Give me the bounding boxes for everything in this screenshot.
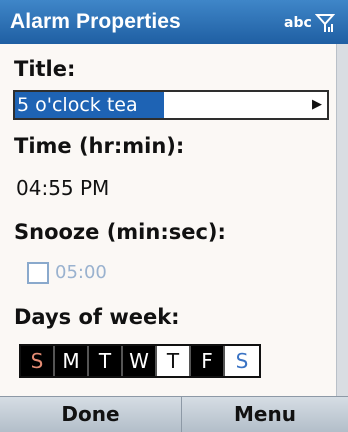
title-input[interactable]: 5 o'clock tea ▶ — [13, 90, 329, 120]
day-toggle-saturday[interactable]: S — [225, 346, 259, 376]
snooze-field-label: Snooze (min:sec): — [14, 220, 226, 244]
snooze-value: 05:00 — [55, 262, 107, 283]
days-of-week-selector: S M T W T F S — [19, 344, 261, 378]
day-toggle-tuesday[interactable]: T — [89, 346, 123, 376]
time-field-label: Time (hr:min): — [14, 134, 185, 158]
window-title: Alarm Properties — [10, 10, 181, 33]
title-input-value[interactable]: 5 o'clock tea — [15, 92, 164, 118]
signal-strength-icon[interactable] — [315, 13, 335, 33]
caret-right-icon[interactable]: ▶ — [312, 92, 322, 118]
scrollbar[interactable] — [336, 44, 348, 396]
days-field-label: Days of week: — [14, 305, 180, 329]
input-mode-indicator[interactable]: abc — [284, 15, 312, 31]
snooze-checkbox[interactable] — [27, 262, 49, 284]
day-toggle-wednesday[interactable]: W — [123, 346, 157, 376]
day-toggle-thursday[interactable]: T — [157, 346, 191, 376]
done-softkey[interactable]: Done — [0, 397, 182, 432]
title-field-label: Title: — [14, 57, 76, 81]
title-bar: Alarm Properties abc — [0, 0, 348, 44]
time-value[interactable]: 04:55 PM — [16, 176, 109, 200]
day-toggle-monday[interactable]: M — [55, 346, 89, 376]
day-toggle-friday[interactable]: F — [191, 346, 225, 376]
menu-softkey[interactable]: Menu — [182, 397, 348, 432]
softkey-bar: Done Menu — [0, 396, 348, 432]
day-toggle-sunday[interactable]: S — [21, 346, 55, 376]
